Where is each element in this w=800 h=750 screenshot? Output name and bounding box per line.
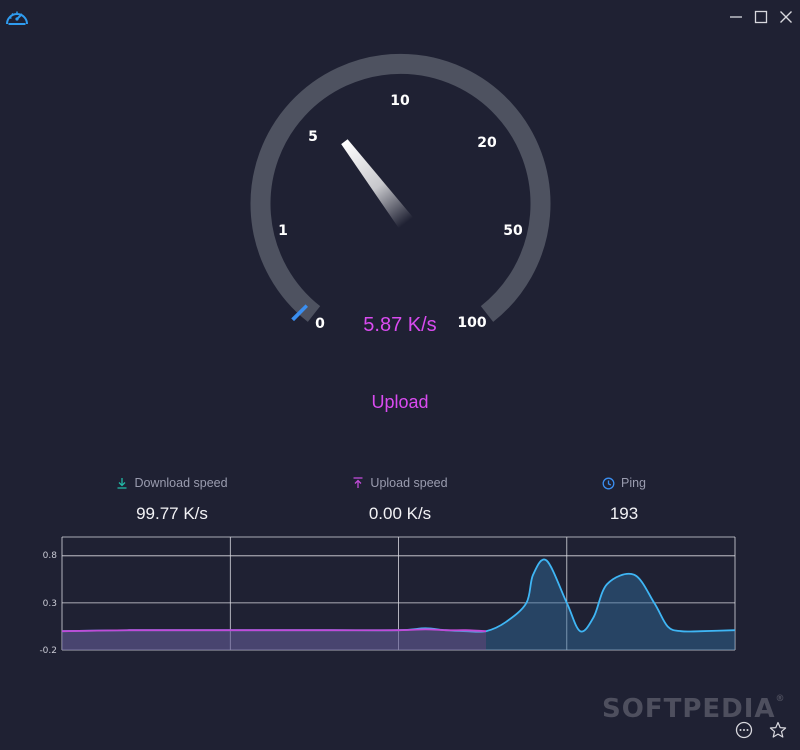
y-tick-label-neg0.2: -0.2 [39, 646, 57, 656]
speed-history-chart: 0.8 0.3 -0.2 [39, 536, 736, 656]
ping-stat: Ping 193 [514, 474, 734, 524]
speed-gauge: 0 1 5 10 20 50 100 [250, 54, 551, 332]
gauge-label-5: 5 [308, 129, 318, 145]
y-tick-label-0.8: 0.8 [43, 551, 58, 561]
test-mode-label: Upload [371, 392, 429, 412]
gauge-needle [341, 139, 414, 229]
download-speed-stat: Download speed 99.77 K/s [62, 474, 282, 524]
star-icon [769, 721, 787, 738]
y-tick-label-0.3: 0.3 [43, 599, 57, 609]
upload-speed-value: 0.00 K/s [368, 504, 432, 523]
download-speed-label: Download speed [134, 476, 228, 490]
download-speed-value: 99.77 K/s [136, 504, 208, 523]
current-speed-readout: 5.87 K/s [363, 314, 437, 336]
upload-icon [353, 477, 363, 488]
gauge-label-1: 1 [278, 223, 288, 239]
softpedia-watermark: SOFTPEDIA® [602, 694, 786, 724]
speedtest-window: 0 1 5 10 20 50 100 5.87 K/s Upload Downl… [0, 0, 800, 750]
gauge-label-10: 10 [390, 93, 410, 109]
more-options-icon [735, 721, 753, 739]
gauge-label-20: 20 [477, 135, 497, 151]
upload-speed-stat: Upload speed 0.00 K/s [290, 474, 510, 524]
series-0-area [62, 629, 486, 650]
upload-speed-label: Upload speed [370, 476, 448, 490]
more-options-button[interactable] [734, 720, 754, 740]
gauge-label-50: 50 [503, 223, 523, 239]
clock-icon [602, 477, 615, 489]
ping-value: 193 [609, 504, 639, 523]
favorite-button[interactable] [768, 720, 788, 740]
download-icon [117, 478, 127, 489]
ping-label: Ping [620, 476, 647, 490]
